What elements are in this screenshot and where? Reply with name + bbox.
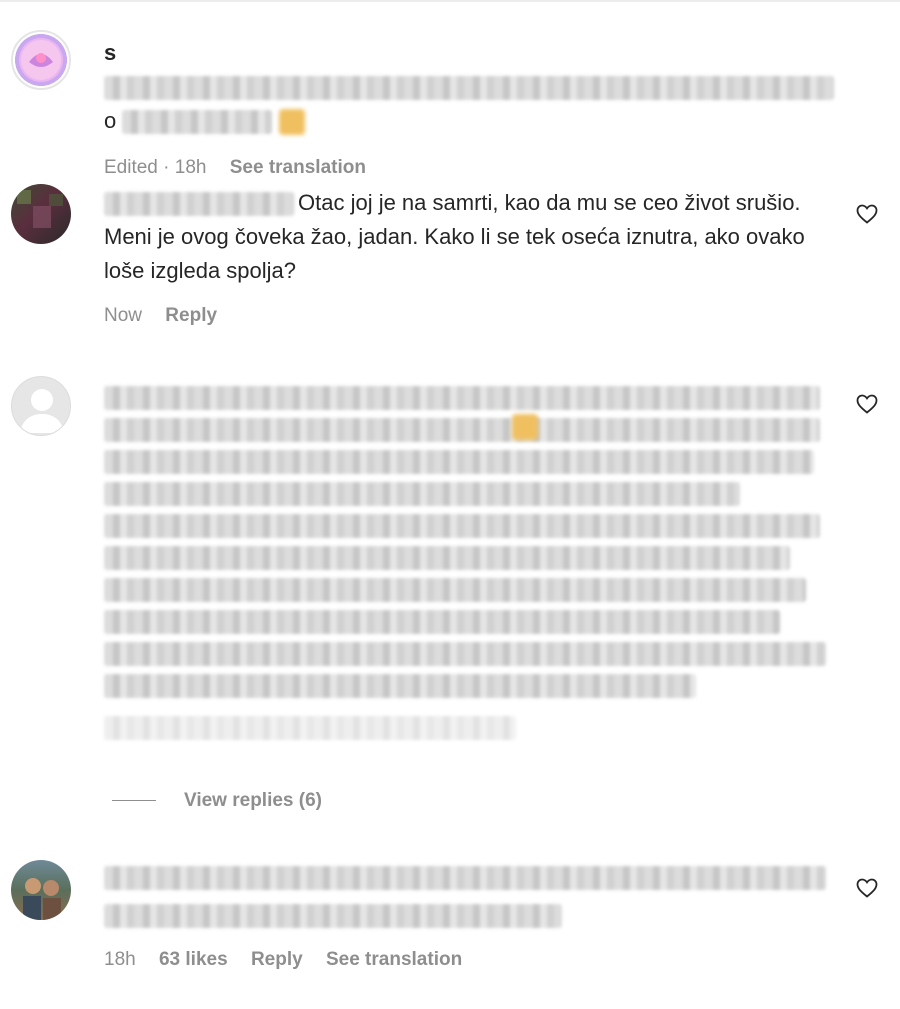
blurred-comment-line [104,866,826,890]
avatar-photo-icon [23,878,61,920]
like-heart-icon[interactable] [855,876,879,900]
comment-edited-time: Edited · 18h [104,157,207,178]
default-user-avatar-icon[interactable] [11,376,71,436]
view-replies-dash [112,800,156,802]
default-avatar-silhouette-icon [20,389,64,433]
user-avatar[interactable] [11,184,71,244]
blurred-comment-line [104,386,820,410]
comment-text: s o [104,36,834,138]
user-avatar[interactable] [11,860,71,920]
comment-meta: 18h 63 likes Reply See translation [104,946,834,974]
blurred-comment-line [104,642,826,666]
blurred-comment-meta [104,716,516,740]
comment-text-fragment: o [104,108,117,133]
blurred-comment-line [104,482,740,506]
comment-time: Now [104,305,143,326]
blurred-comment-line [104,578,806,602]
comment-meta: Edited · 18h See translation [104,154,834,182]
blurred-comment-text [104,76,834,101]
avatar-photo-icon [17,190,63,228]
view-replies-button[interactable]: View replies (6) [112,790,322,812]
blurred-comment-line [104,450,814,474]
blurred-comment-line [104,514,820,538]
comment-text: Otac joj je na samrti, kao da mu se ceo … [104,186,834,288]
view-replies-label: View replies (6) [184,790,322,811]
blurred-username[interactable] [104,192,294,217]
emoji-icon [278,109,305,136]
comment-time: 18h [104,949,136,970]
top-divider [0,0,900,2]
emoji-icon [512,414,538,440]
blurred-comment-line [104,904,562,928]
blurred-comment-line [104,610,780,634]
see-translation-button[interactable]: See translation [230,157,366,178]
reply-button[interactable]: Reply [165,305,217,326]
like-heart-icon[interactable] [855,202,879,226]
user-avatar[interactable] [11,30,71,90]
likes-count-button[interactable]: 63 likes [159,949,228,970]
blurred-comment-text [122,110,273,135]
blurred-comment-line [104,418,820,442]
blurred-comment-line [104,674,696,698]
reply-button[interactable]: Reply [251,949,303,970]
avatar-art-icon [21,40,61,80]
blurred-comment-line [104,546,790,570]
comment-username[interactable]: s [104,40,116,65]
see-translation-button[interactable]: See translation [326,949,462,970]
like-heart-icon[interactable] [855,392,879,416]
comment-meta: Now Reply [104,302,834,330]
